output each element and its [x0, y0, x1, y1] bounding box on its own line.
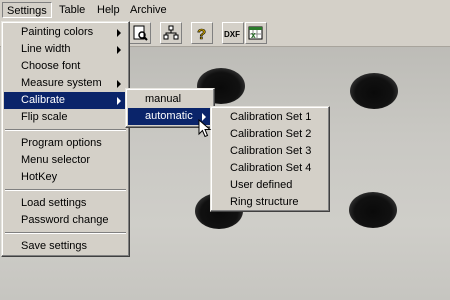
submenu-arrow-icon — [117, 46, 121, 54]
automatic-submenu: Calibration Set 1 Calibration Set 2 Cali… — [210, 106, 330, 212]
menu-separator — [5, 232, 126, 234]
menu-bar: Settings Table Help Archive — [0, 0, 450, 21]
menu-item-load-settings[interactable]: Load settings — [4, 195, 127, 212]
submenu-arrow-icon — [117, 80, 121, 88]
calibration-dot — [350, 73, 398, 109]
menu-item-save-settings[interactable]: Save settings — [4, 238, 127, 255]
menu-help[interactable]: Help — [93, 2, 124, 18]
menu-item-password-change[interactable]: Password change — [4, 212, 127, 229]
menu-item-calibration-set-3[interactable]: Calibration Set 3 — [213, 143, 327, 160]
menu-item-user-defined[interactable]: User defined — [213, 177, 327, 194]
menu-item-program-options[interactable]: Program options — [4, 135, 127, 152]
menu-separator — [5, 189, 126, 191]
mouse-pointer-icon — [198, 119, 212, 138]
svg-text:?: ? — [197, 26, 206, 41]
excel-export-icon: X — [248, 26, 263, 40]
menu-item-ring-structure[interactable]: Ring structure — [213, 194, 327, 211]
menu-archive[interactable]: Archive — [126, 2, 171, 18]
help-question-icon: ? — [197, 26, 207, 41]
menu-item-calibration-set-4[interactable]: Calibration Set 4 — [213, 160, 327, 177]
page-zoom-icon — [133, 25, 148, 41]
svg-text:X: X — [251, 33, 256, 40]
menu-item-line-width[interactable]: Line width — [4, 41, 127, 58]
menu-item-hotkey[interactable]: HotKey — [4, 169, 127, 186]
svg-text:DXF: DXF — [224, 30, 240, 39]
tree-network-icon — [163, 25, 179, 40]
menu-item-manual[interactable]: manual — [128, 91, 212, 108]
menu-settings[interactable]: Settings — [2, 2, 52, 18]
menu-item-painting-colors[interactable]: Painting colors — [4, 24, 127, 41]
calibration-dot — [349, 192, 397, 228]
menu-item-calibration-set-2[interactable]: Calibration Set 2 — [213, 126, 327, 143]
tree-network-button[interactable] — [160, 22, 182, 44]
menu-separator — [5, 129, 126, 131]
menu-item-menu-selector[interactable]: Menu selector — [4, 152, 127, 169]
menu-table[interactable]: Table — [55, 2, 89, 18]
submenu-arrow-icon — [117, 29, 121, 37]
dxf-export-button[interactable]: DXF — [222, 22, 244, 44]
menu-item-calibration-set-1[interactable]: Calibration Set 1 — [213, 109, 327, 126]
menu-item-calibrate[interactable]: Calibrate — [4, 92, 127, 109]
help-button[interactable]: ? — [191, 22, 213, 44]
menu-item-flip-scale[interactable]: Flip scale — [4, 109, 127, 126]
settings-menu: Painting colors Line width Choose font M… — [1, 21, 130, 257]
menu-item-choose-font[interactable]: Choose font — [4, 58, 127, 75]
dxf-export-icon: DXF — [224, 30, 240, 39]
menu-item-measure-system[interactable]: Measure system — [4, 75, 127, 92]
submenu-arrow-icon — [117, 97, 121, 105]
page-zoom-button[interactable] — [129, 22, 151, 44]
excel-export-button[interactable]: X — [245, 22, 267, 44]
